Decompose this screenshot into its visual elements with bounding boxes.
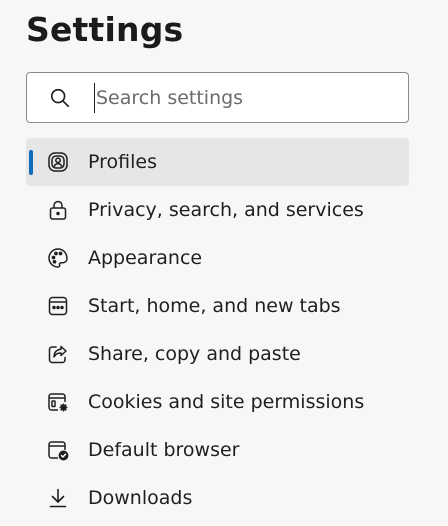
profile-icon [45,149,71,175]
nav-item-label: Downloads [88,487,193,509]
nav-item-default-browser[interactable]: Default browser [26,426,409,474]
nav-item-share-copy[interactable]: Share, copy and paste [26,330,409,378]
nav-item-label: Privacy, search, and services [88,199,364,221]
nav-item-label: Cookies and site permissions [88,391,365,413]
default-browser-icon [45,437,71,463]
lock-icon [45,197,71,223]
page-title: Settings [26,10,184,49]
palette-icon [45,245,71,271]
nav-item-label: Profiles [88,151,157,173]
nav-item-cookies[interactable]: Cookies and site permissions [26,378,409,426]
settings-nav: Profiles Privacy, search, and services A… [26,138,409,522]
settings-page: Settings Profiles [0,0,448,526]
nav-item-label: Start, home, and new tabs [88,295,341,317]
search-box[interactable] [26,72,409,123]
home-tabs-icon [45,293,71,319]
nav-item-label: Default browser [88,439,240,461]
share-icon [45,341,71,367]
nav-item-profiles[interactable]: Profiles [26,138,409,186]
search-icon [48,86,72,110]
nav-item-appearance[interactable]: Appearance [26,234,409,282]
nav-item-label: Appearance [88,247,203,269]
nav-item-privacy[interactable]: Privacy, search, and services [26,186,409,234]
download-icon [45,485,71,511]
nav-item-label: Share, copy and paste [88,343,301,365]
cookies-permissions-icon [45,389,71,415]
nav-item-downloads[interactable]: Downloads [26,474,409,522]
nav-item-start-home[interactable]: Start, home, and new tabs [26,282,409,330]
search-input[interactable] [94,82,408,113]
